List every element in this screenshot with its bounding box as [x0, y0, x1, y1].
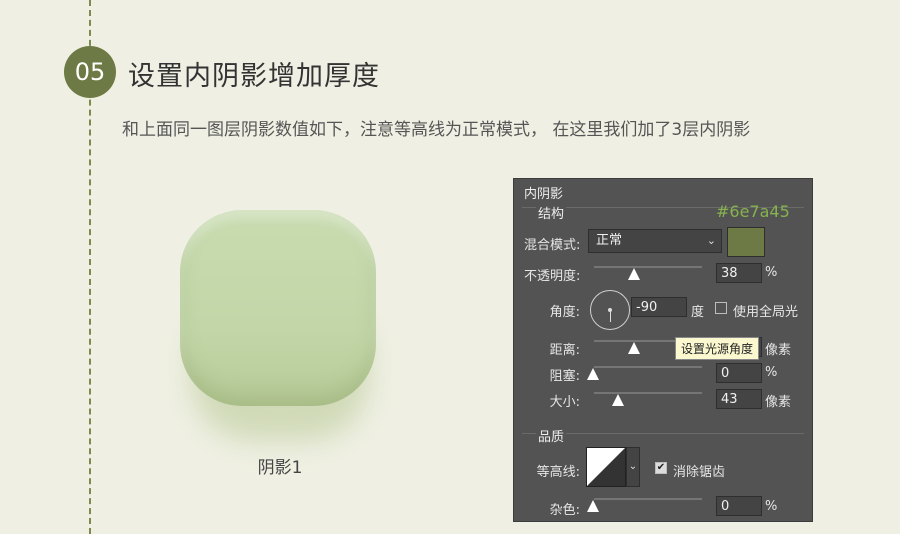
shadow-color-swatch[interactable] — [727, 227, 765, 257]
size-label: 大小: — [549, 395, 580, 410]
opacity-input[interactable]: 38 — [716, 263, 762, 283]
size-unit: 像素 — [765, 395, 792, 410]
opacity-label: 不透明度: — [524, 269, 581, 284]
angle-dial[interactable] — [590, 290, 630, 330]
global-light-label: 使用全局光 — [733, 305, 799, 320]
anti-alias-label: 消除锯齿 — [673, 465, 726, 480]
distance-slider-thumb[interactable] — [628, 342, 640, 354]
structure-section-title: 结构 — [536, 203, 567, 222]
distance-unit: 像素 — [765, 343, 792, 358]
chevron-down-icon: ⌄ — [628, 461, 638, 472]
choke-input[interactable]: 0 — [716, 363, 762, 383]
angle-unit: 度 — [691, 305, 705, 320]
contour-dropdown[interactable]: ⌄ — [626, 447, 640, 487]
size-slider-thumb[interactable] — [612, 394, 624, 406]
noise-slider-thumb[interactable] — [587, 500, 599, 512]
noise-label: 杂色: — [549, 503, 580, 518]
contour-curve-icon — [587, 448, 625, 486]
inner-shadow-panel: 内阴影 结构 #6e7a45 混合模式: 正常 ⌄ 不透明度: 38 % 角度:… — [513, 178, 813, 522]
global-light-checkbox[interactable] — [715, 302, 727, 314]
angle-dial-center — [608, 308, 612, 312]
contour-preview[interactable] — [586, 447, 626, 487]
noise-slider-track[interactable] — [594, 498, 702, 500]
blend-mode-select[interactable]: 正常 ⌄ — [588, 229, 722, 253]
blend-mode-value: 正常 — [596, 233, 623, 248]
anti-alias-checkbox[interactable]: ✔ — [655, 462, 667, 474]
step-title: 设置内阴影增加厚度 — [128, 61, 380, 92]
preview-label: 阴影1 — [257, 458, 303, 478]
preview-rounded-square — [180, 210, 376, 406]
angle-tooltip: 设置光源角度 — [675, 337, 760, 360]
quality-section-title: 品质 — [536, 426, 567, 445]
choke-unit: % — [765, 365, 778, 380]
panel-title: 内阴影 — [524, 187, 564, 202]
size-slider-track[interactable] — [594, 392, 702, 394]
contour-label: 等高线: — [536, 465, 580, 480]
choke-slider-thumb[interactable] — [587, 368, 599, 380]
opacity-slider-thumb[interactable] — [628, 268, 640, 280]
noise-input[interactable]: 0 — [716, 496, 762, 516]
step-number-badge: 05 — [64, 46, 116, 98]
angle-input[interactable]: -90 — [631, 297, 687, 317]
opacity-unit: % — [765, 265, 778, 280]
blend-mode-label: 混合模式: — [524, 238, 581, 253]
checkmark-icon: ✔ — [656, 462, 666, 473]
color-hex-label: #6e7a45 — [716, 202, 790, 221]
chevron-down-icon: ⌄ — [706, 234, 716, 247]
step-description: 和上面同一图层阴影数值如下，注意等高线为正常模式， 在这里我们加了3层内阴影 — [122, 120, 751, 140]
noise-unit: % — [765, 499, 778, 514]
distance-label: 距离: — [549, 343, 580, 358]
choke-label: 阻塞: — [549, 369, 580, 384]
opacity-slider-track[interactable] — [594, 266, 702, 268]
choke-slider-track[interactable] — [594, 366, 702, 368]
size-input[interactable]: 43 — [716, 389, 762, 409]
angle-label: 角度: — [549, 305, 580, 320]
